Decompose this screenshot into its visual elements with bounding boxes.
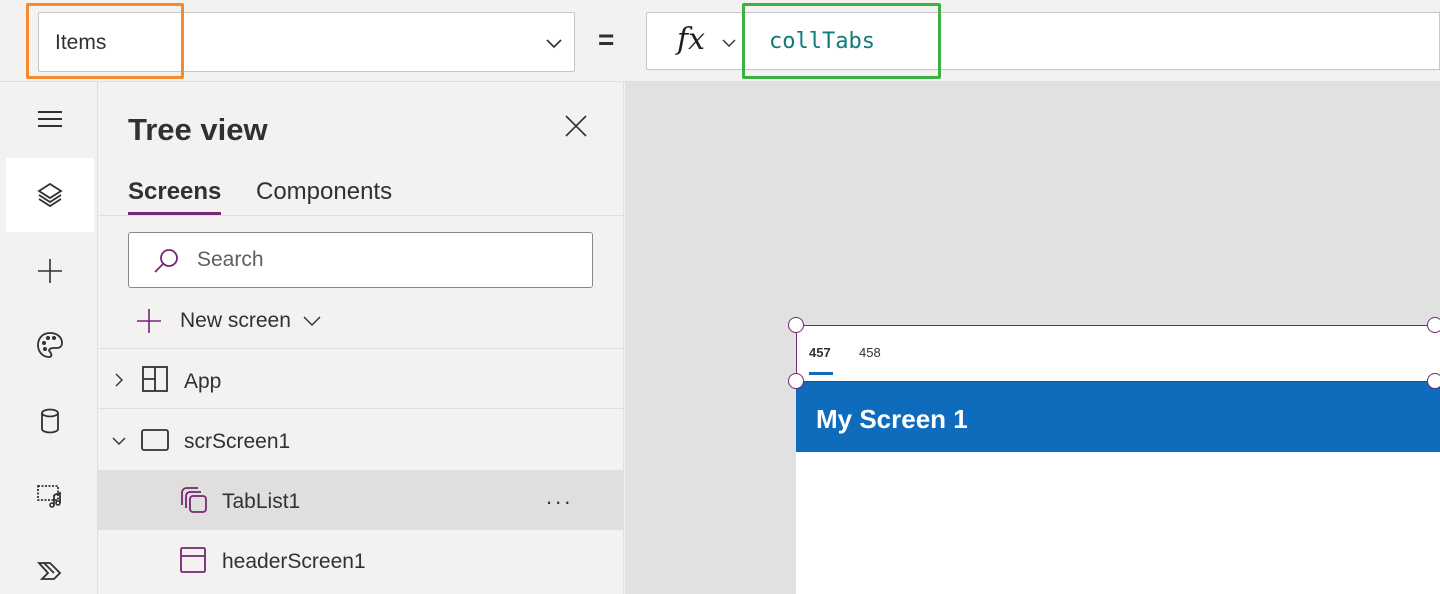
tablist-tab[interactable]: 458 [859,345,881,360]
tree-view-button[interactable] [6,158,94,232]
tree-view-title: Tree view [128,112,268,147]
menu-button[interactable] [6,82,94,156]
left-rail [0,82,98,594]
app-screen-preview: 457 458 My Screen 1 [796,325,1440,594]
equals-sign: = [598,24,615,55]
fx-icon: fx [677,22,706,57]
media-button[interactable] [6,458,94,532]
add-icon [137,309,161,333]
fx-button[interactable]: fx [646,12,758,70]
tab-components[interactable]: Components [256,178,392,206]
search-icon [154,249,178,273]
tree-node-app[interactable]: App [98,350,624,410]
insert-button[interactable] [6,234,94,308]
chevron-down-icon [546,39,562,49]
divider [98,215,624,216]
resize-handle[interactable] [1427,373,1440,389]
more-options-icon[interactable]: ... [546,484,573,510]
new-screen-button[interactable]: New screen [134,304,323,338]
add-icon [38,259,62,283]
property-dropdown[interactable]: Items [38,12,575,72]
menu-icon [38,111,62,127]
property-dropdown-value: Items [55,31,107,54]
chevron-down-icon [303,316,321,326]
new-screen-label: New screen [180,309,291,332]
search-input[interactable] [197,245,577,275]
themes-button[interactable] [6,308,94,382]
resize-handle[interactable] [788,373,804,389]
formula-input[interactable]: collTabs [757,12,1440,70]
close-icon[interactable] [560,110,592,142]
power-automate-icon [36,562,62,580]
resize-handle[interactable] [788,317,804,333]
resize-handle[interactable] [1427,317,1440,333]
tree-node-label: scrScreen1 [184,430,291,453]
search-box [128,232,593,288]
chevron-down-icon[interactable] [110,432,128,450]
tablist-tab-active[interactable]: 457 [809,345,831,360]
power-automate-button[interactable] [6,534,94,594]
divider [98,408,624,409]
tablist-control[interactable]: 457 458 [796,325,1440,382]
tab-active-indicator [809,372,833,375]
layers-icon [37,182,63,208]
formula-text: collTabs [769,29,875,54]
divider [98,348,624,349]
header-icon [180,547,206,573]
tree-node-label: TabList1 [222,490,301,513]
tree-view-panel: Tree view Screens Components New screen … [98,82,624,594]
tree-node-label: headerScreen1 [222,550,366,573]
app-icon [142,366,168,392]
data-button[interactable] [6,384,94,458]
tree-node-tablist[interactable]: TabList1 ... [98,470,624,530]
chevron-down-icon [722,39,736,47]
header-bar: My Screen 1 [796,382,1440,452]
chevron-right-icon[interactable] [110,371,128,389]
canvas-area: 457 458 My Screen 1 [625,82,1440,594]
data-icon [41,408,59,434]
gallery-icon [181,487,207,513]
tree-node-header[interactable]: headerScreen1 [98,530,624,590]
media-icon [37,485,61,508]
tree-node-screen[interactable]: scrScreen1 [98,410,624,470]
tab-screens[interactable]: Screens [128,178,221,206]
theme-icon [37,332,63,358]
header-title: My Screen 1 [816,404,968,434]
tree-node-label: App [184,370,222,393]
screen-icon [141,429,169,451]
formula-bar: Items = fx collTabs [0,0,1440,82]
